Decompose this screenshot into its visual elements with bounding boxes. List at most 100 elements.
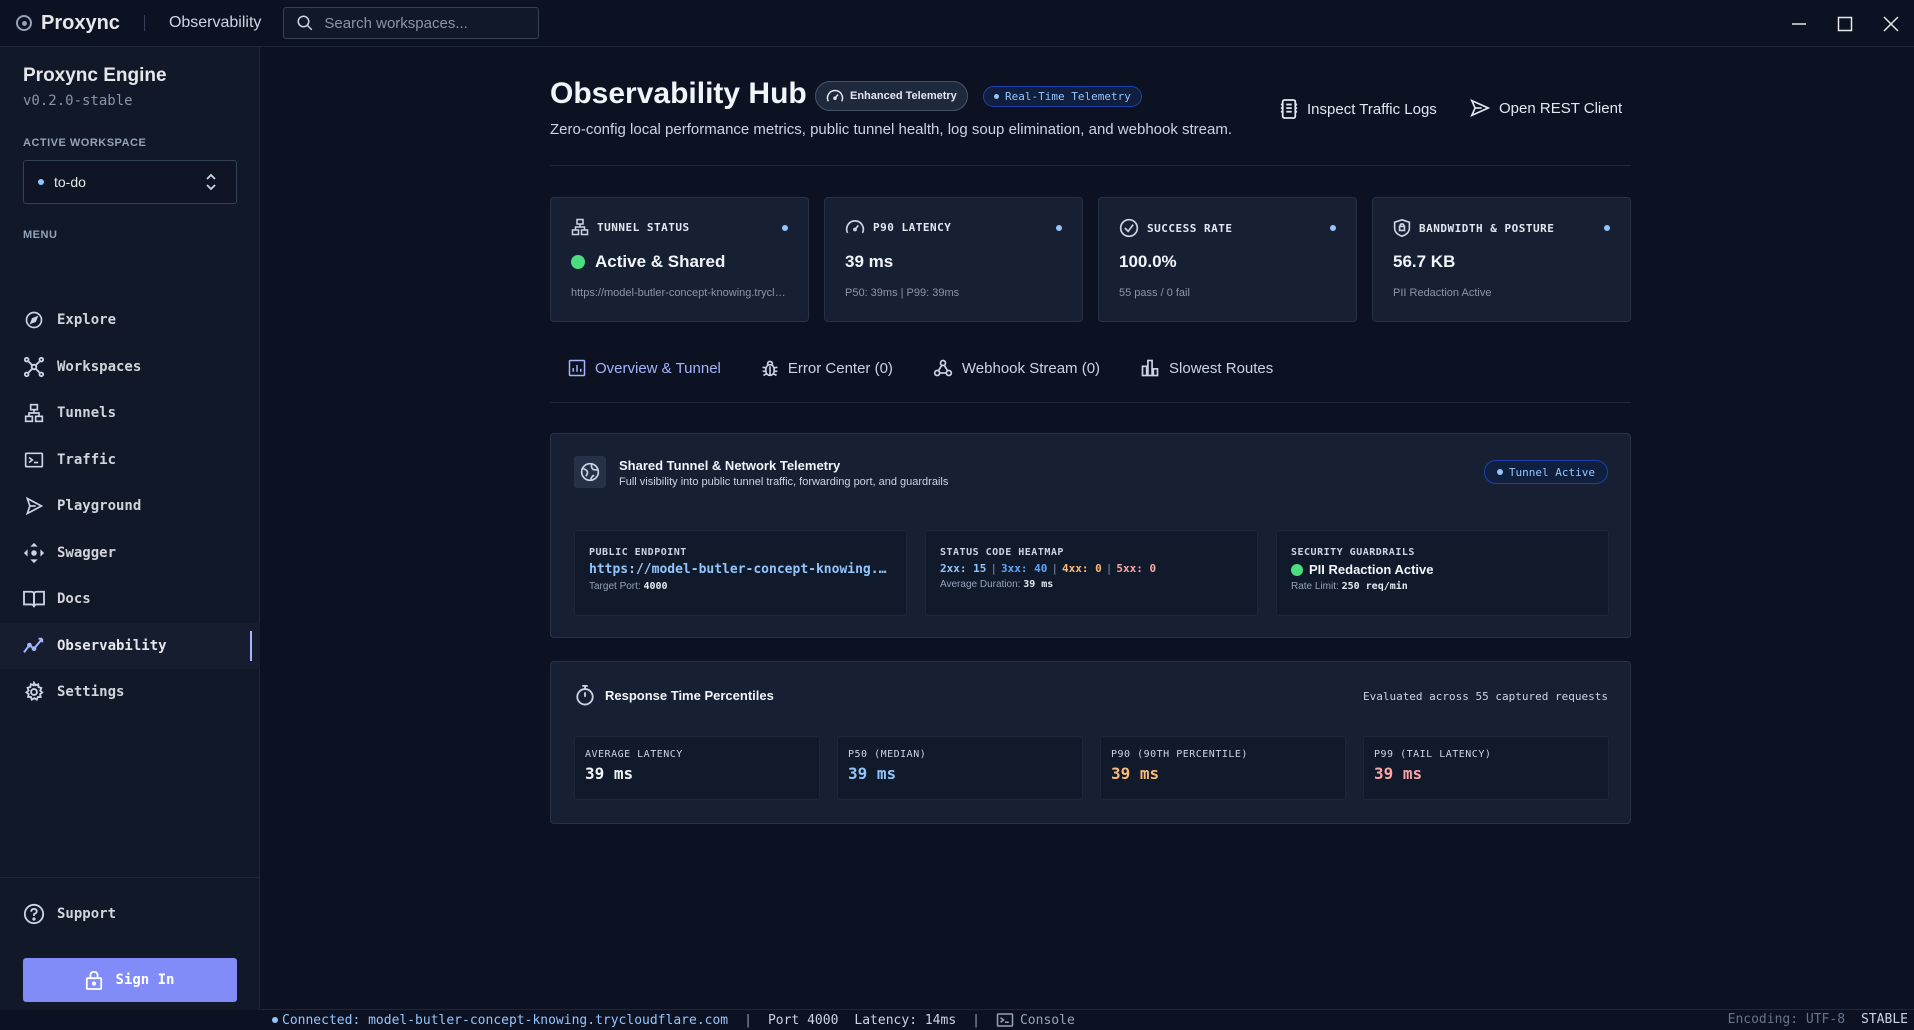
window-title: Observability	[168, 14, 262, 31]
activity-icon	[23, 635, 45, 657]
avg-duration-value: 39 ms	[1023, 579, 1054, 590]
minimize-button[interactable]	[1776, 0, 1822, 47]
sidebar-item-workspaces[interactable]: Workspaces	[0, 344, 260, 391]
sidebar-item-label: Workspaces	[57, 358, 142, 375]
workspace-dot	[38, 179, 44, 185]
send-icon	[1470, 99, 1490, 117]
percentile-label: P99 (TAIL LATENCY)	[1374, 749, 1492, 760]
help-icon	[23, 903, 45, 925]
close-button[interactable]	[1868, 0, 1914, 47]
sign-in-button[interactable]: Sign In	[23, 958, 237, 1002]
percentile-cards: AVERAGE LATENCY 39 ms P50 (MEDIAN) 39 ms…	[574, 736, 1609, 800]
inspect-traffic-logs-button[interactable]: Inspect Traffic Logs	[1280, 99, 1437, 119]
card-status-dot	[782, 225, 788, 231]
card-label: TUNNEL STATUS	[597, 220, 690, 234]
card-header: SUCCESS RATE	[1119, 218, 1232, 238]
connection-status: Connected: model-butler-concept-knowing.…	[272, 1013, 728, 1028]
heat-sep: |	[990, 562, 997, 575]
card-label: SUCCESS RATE	[1147, 221, 1233, 235]
connection-text: Connected: model-butler-concept-knowing.…	[282, 1012, 729, 1028]
security-guardrails-card: SECURITY GUARDRAILS PII Redaction Active…	[1276, 530, 1609, 616]
tab-label: Overview & Tunnel	[595, 359, 721, 377]
support-label: Support	[57, 906, 117, 922]
realtime-telemetry-label: Real-Time Telemetry	[1005, 90, 1131, 103]
sidebar-item-playground[interactable]: Playground	[0, 483, 260, 530]
heatmap-label: STATUS CODE HEATMAP	[940, 547, 1064, 558]
sidebar-item-tunnels[interactable]: Tunnels	[0, 390, 260, 437]
send-icon	[23, 495, 45, 517]
console-button[interactable]: Console	[996, 1012, 1075, 1028]
target-port-label: Target Port:	[589, 581, 641, 592]
card-value: 56.7 KB	[1393, 252, 1456, 271]
sitemap-icon	[571, 218, 589, 236]
bar-chart-icon	[1141, 359, 1159, 377]
workspace-label: ACTIVE WORKSPACE	[23, 137, 147, 149]
tab-slowest-routes[interactable]: Slowest Routes	[1122, 347, 1291, 389]
support-link[interactable]: Support	[23, 903, 116, 925]
search-box[interactable]	[283, 7, 540, 39]
tab-label: Error Center (0)	[787, 359, 893, 377]
public-endpoint-link[interactable]: https://model-butler-concept-knowing.try…	[589, 562, 892, 577]
console-label: Console	[1019, 1012, 1075, 1028]
enhanced-telemetry-label: Enhanced Telemetry	[850, 90, 957, 102]
rate-limit: Rate Limit: 250 req/min	[1291, 581, 1594, 592]
status-code-heatmap-card: STATUS CODE HEATMAP 2xx: 15 | 3xx: 40 | 4xx:…	[925, 530, 1258, 616]
card-header: BANDWIDTH & POSTURE	[1393, 218, 1554, 238]
card-status-dot	[1056, 225, 1062, 231]
panel-title: Shared Tunnel & Network Telemetry	[619, 458, 841, 473]
percentile-average: AVERAGE LATENCY 39 ms	[574, 736, 820, 800]
metric-cards: TUNNEL STATUS Active & Shared https://mo…	[550, 197, 1631, 322]
maximize-button[interactable]	[1822, 0, 1868, 47]
sidebar-item-settings[interactable]: Settings	[0, 669, 260, 716]
engine-title: Proxync Engine	[23, 65, 167, 86]
card-value: 100.0%	[1119, 252, 1177, 271]
workspace-select[interactable]: to-do	[23, 160, 237, 204]
rate-limit-label: Rate Limit:	[1291, 581, 1339, 592]
tab-error-center[interactable]: Error Center (0)	[743, 347, 911, 389]
enhanced-telemetry-badge: Enhanced Telemetry	[815, 81, 968, 111]
percentile-label: AVERAGE LATENCY	[585, 749, 683, 760]
sidebar-item-label: Tunnels	[57, 405, 117, 422]
realtime-dot	[994, 94, 999, 99]
heat-3xx: 3xx: 40	[1000, 562, 1048, 575]
target-port: Target Port: 4000	[589, 581, 892, 592]
app-name: Proxync	[41, 11, 120, 34]
open-rest-client-button[interactable]: Open REST Client	[1470, 99, 1622, 117]
percentile-value: 39 ms	[585, 764, 634, 783]
search-input[interactable]	[324, 14, 525, 32]
status-sep: |	[972, 1012, 980, 1028]
minimize-icon	[1792, 22, 1806, 25]
compass-icon	[23, 309, 45, 331]
percentiles-header: Response Time Percentiles	[575, 684, 774, 706]
tab-overview-tunnel[interactable]: Overview & Tunnel	[550, 347, 739, 389]
guardrails-label: SECURITY GUARDRAILS	[1291, 547, 1415, 558]
public-endpoint-card: PUBLIC ENDPOINT https://model-butler-con…	[574, 530, 907, 616]
sidebar-nav: Explore Workspaces Tunnels Traffic Playg…	[0, 297, 260, 716]
sidebar-item-docs[interactable]: Docs	[0, 576, 260, 623]
sidebar-item-observability[interactable]: Observability	[0, 622, 260, 669]
card-header: P90 LATENCY	[845, 218, 951, 236]
globe-icon	[574, 456, 606, 488]
heat-5xx: 5xx: 0	[1116, 562, 1157, 575]
sidebar-item-label: Swagger	[57, 544, 117, 561]
percentile-value: 39 ms	[1374, 764, 1423, 783]
sidebar-item-label: Settings	[57, 684, 125, 701]
page-subtitle: Zero-config local performance metrics, p…	[550, 121, 1233, 138]
percentiles-eval: Evaluated across 55 captured requests	[1362, 690, 1608, 703]
card-sub: 55 pass / 0 fail	[1119, 287, 1190, 299]
p90-latency-card: P90 LATENCY 39 ms P50: 39ms | P99: 39ms	[824, 197, 1083, 322]
tab-webhook-stream[interactable]: Webhook Stream (0)	[915, 347, 1118, 389]
webhook-icon	[933, 359, 953, 377]
sidebar-item-explore[interactable]: Explore	[0, 297, 260, 344]
tab-label: Slowest Routes	[1169, 359, 1274, 377]
guardrails-status: PII Redaction Active	[1291, 562, 1594, 577]
percentile-label: P90 (90TH PERCENTILE)	[1111, 749, 1248, 760]
header-divider	[550, 165, 1631, 166]
lock-icon	[86, 970, 103, 990]
maximize-icon	[1837, 16, 1853, 31]
title-bar: Proxync Observability	[0, 0, 1914, 47]
gear-icon	[23, 681, 45, 703]
sidebar-item-swagger[interactable]: Swagger	[0, 530, 260, 577]
sidebar-item-traffic[interactable]: Traffic	[0, 437, 260, 484]
move-icon	[23, 542, 45, 564]
